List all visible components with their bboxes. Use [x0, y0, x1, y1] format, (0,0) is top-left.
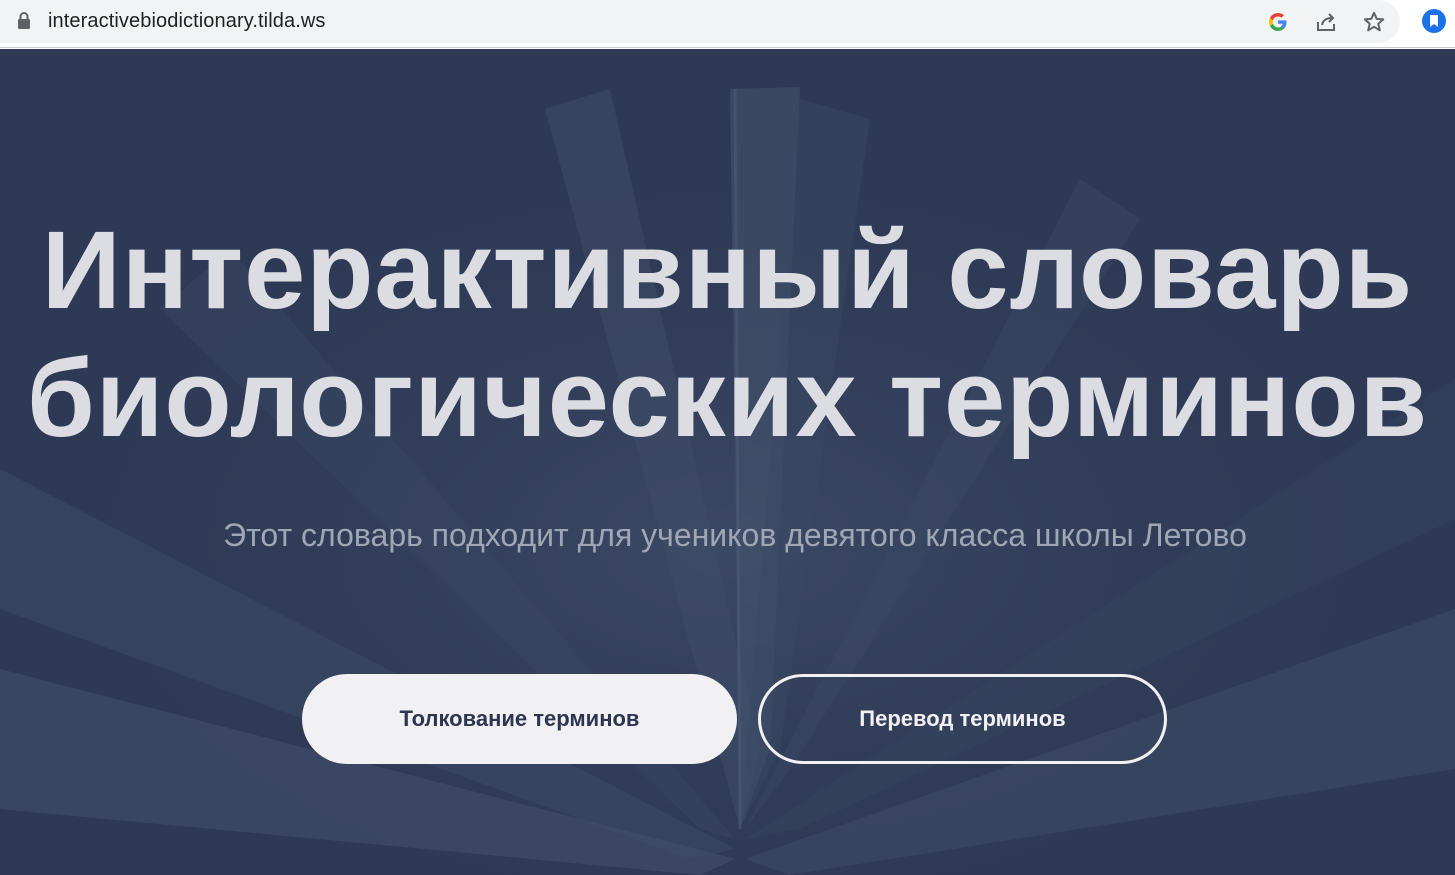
- address-bar[interactable]: interactivebiodictionary.tilda.ws: [0, 0, 1400, 43]
- definitions-button[interactable]: Толкование терминов: [302, 674, 737, 764]
- share-icon[interactable]: [1312, 8, 1340, 36]
- browser-toolbar: interactivebiodictionary.tilda.ws: [0, 0, 1455, 48]
- google-icon[interactable]: [1264, 8, 1292, 36]
- extension-icon[interactable]: [1420, 7, 1448, 35]
- hero-section: Интерактивный словарь биологических терм…: [0, 49, 1455, 875]
- page-title: Интерактивный словарь биологических терм…: [0, 207, 1455, 463]
- url-text[interactable]: interactivebiodictionary.tilda.ws: [48, 10, 326, 33]
- title-line-1: Интерактивный словарь: [41, 209, 1414, 332]
- translation-button[interactable]: Перевод терминов: [758, 674, 1167, 764]
- definitions-button-label: Толкование терминов: [399, 706, 640, 731]
- lock-icon[interactable]: [16, 12, 32, 30]
- title-line-2: биологических терминов: [26, 337, 1429, 460]
- page-subtitle: Этот словарь подходит для учеников девят…: [223, 517, 1247, 553]
- bookmark-star-icon[interactable]: [1360, 8, 1388, 36]
- translation-button-label: Перевод терминов: [859, 706, 1066, 731]
